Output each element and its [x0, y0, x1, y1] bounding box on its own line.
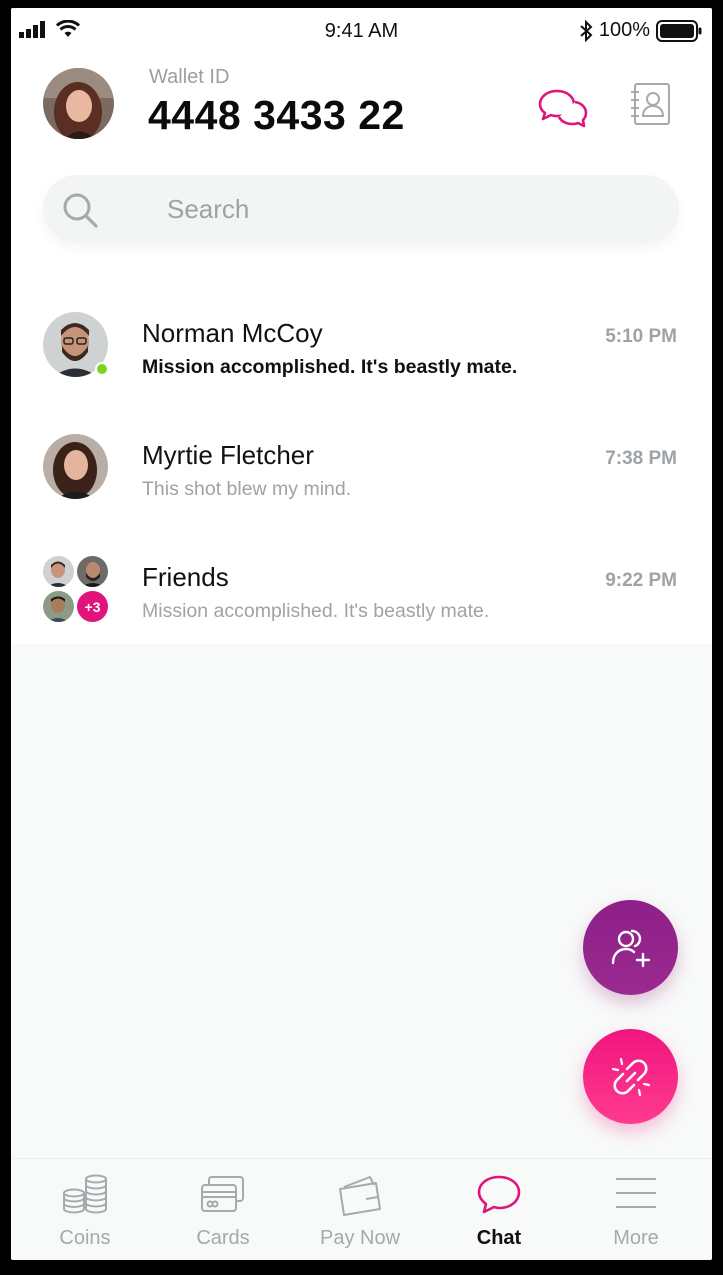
chat-time: 9:22 PM: [605, 570, 677, 591]
search-bar: [43, 175, 679, 243]
profile-avatar[interactable]: [43, 68, 114, 139]
header: Wallet ID 4448 3433 22: [11, 52, 712, 272]
tab-label: Pay Now: [319, 1227, 401, 1249]
search-icon: [63, 193, 98, 228]
status-bar: 9:41 AM 100%: [11, 8, 712, 52]
broken-link-icon: [611, 1057, 650, 1096]
bluetooth-icon: [580, 19, 593, 42]
chat-last-message: Mission accomplished. It's beastly mate.: [142, 356, 518, 378]
battery-percent: 100%: [598, 19, 650, 41]
chat-list: Norman McCoy Mission accomplished. It's …: [11, 272, 712, 644]
chat-last-message: Mission accomplished. It's beastly mate.: [142, 600, 490, 622]
group-member-avatar: [77, 556, 108, 587]
chat-last-message: This shot blew my mind.: [142, 478, 352, 500]
chat-name: Norman McCoy: [142, 318, 323, 348]
search-input[interactable]: [167, 189, 647, 229]
coins-icon: [63, 1174, 107, 1214]
cards-icon: [201, 1176, 244, 1212]
contacts-button[interactable]: [629, 82, 673, 126]
tab-label: Coins: [59, 1227, 111, 1249]
battery-icon: [656, 19, 702, 42]
tab-chat[interactable]: Chat: [429, 1159, 569, 1260]
group-member-avatar: [43, 556, 74, 587]
avatar: [43, 434, 108, 499]
online-indicator: [95, 362, 109, 376]
tab-label: More: [613, 1227, 659, 1249]
chat-row-myrtie-fletcher[interactable]: Myrtie Fletcher This shot blew my mind. …: [11, 422, 712, 542]
tab-bar: Coins Cards Pay Now Chat More: [11, 1158, 712, 1260]
chat-bubbles-icon: [538, 89, 588, 128]
wallet-label: Wallet ID: [149, 66, 230, 88]
chat-row-norman-mccoy[interactable]: Norman McCoy Mission accomplished. It's …: [11, 300, 712, 420]
chat-icon: [477, 1175, 521, 1214]
tab-coins[interactable]: Coins: [15, 1159, 155, 1260]
tab-more[interactable]: More: [566, 1159, 706, 1260]
device-frame: 9:41 AM 100% Wallet ID 4448 3433 22 Sear…: [0, 0, 723, 1275]
screen: 9:41 AM 100% Wallet ID 4448 3433 22 Sear…: [11, 8, 712, 1260]
wallet-id: 4448 3433 22: [148, 92, 405, 138]
chat-name: Friends: [142, 562, 229, 592]
group-avatar: +3: [43, 556, 109, 622]
add-user-icon: [611, 929, 650, 967]
tab-label: Chat: [476, 1227, 522, 1249]
chat-time: 7:38 PM: [605, 448, 677, 469]
chat-time: 5:10 PM: [605, 326, 677, 347]
chat-bubbles-button[interactable]: [537, 88, 589, 132]
wallet-icon: [339, 1176, 381, 1216]
tab-pay-now[interactable]: Pay Now: [290, 1159, 430, 1260]
unlink-fab[interactable]: [583, 1029, 678, 1124]
group-member-avatar: [43, 591, 74, 622]
menu-icon: [616, 1178, 656, 1208]
add-contact-fab[interactable]: [583, 900, 678, 995]
group-extra-count: +3: [77, 591, 108, 622]
tab-label: Cards: [196, 1227, 250, 1249]
contacts-book-icon: [631, 83, 670, 125]
tab-cards[interactable]: Cards: [153, 1159, 293, 1260]
chat-name: Myrtie Fletcher: [142, 440, 314, 470]
status-right: 100%: [579, 19, 702, 42]
chat-row-friends[interactable]: +3 Friends Mission accomplished. It's be…: [11, 544, 712, 664]
